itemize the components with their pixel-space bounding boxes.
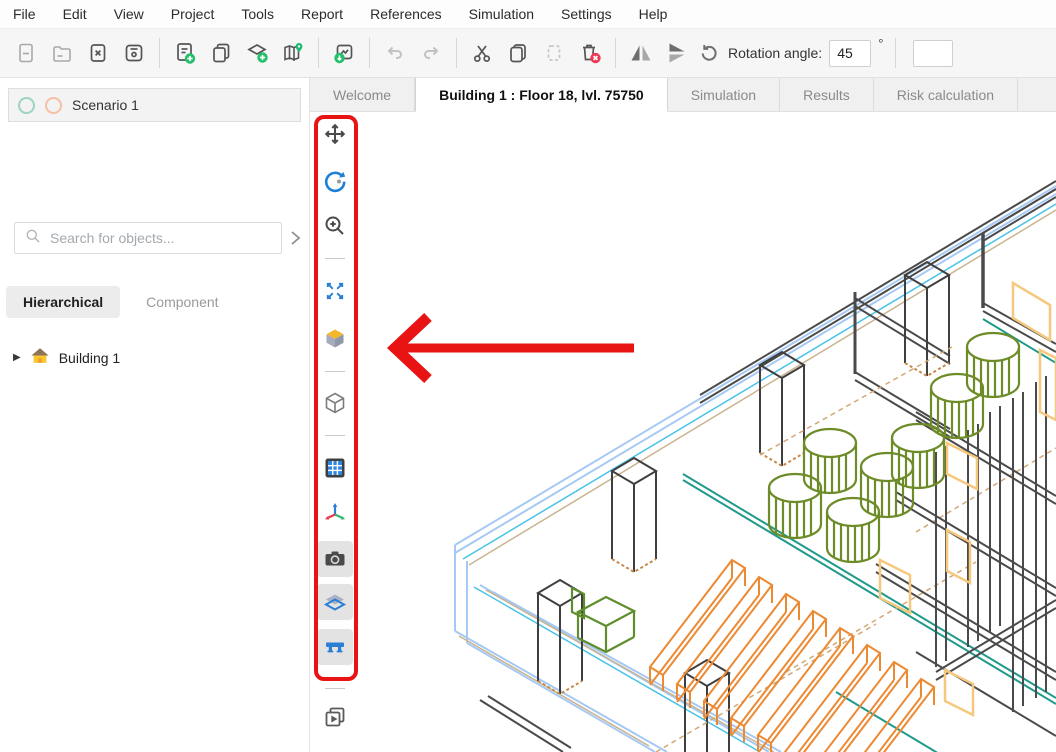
menu-simulation[interactable]: Simulation <box>469 6 534 22</box>
tab-welcome[interactable]: Welcome <box>310 78 415 111</box>
undo-button[interactable] <box>377 35 413 71</box>
view-toolbar-separator <box>325 435 345 436</box>
view-toolbar-separator <box>325 688 345 689</box>
pan-button[interactable] <box>317 116 353 152</box>
tab-component[interactable]: Component <box>136 286 228 318</box>
rotation-angle-label: Rotation angle: <box>728 45 822 61</box>
layers-button[interactable] <box>317 584 353 620</box>
tree-item-label[interactable]: Building 1 <box>59 350 121 366</box>
menu-references[interactable]: References <box>370 6 442 22</box>
orbit-button[interactable] <box>317 163 353 199</box>
import-image-button[interactable] <box>326 35 362 71</box>
grid-button[interactable] <box>317 450 353 486</box>
scenario-status-orange-circle <box>45 97 62 114</box>
cut-button[interactable] <box>464 35 500 71</box>
toolbar-separator <box>369 38 370 68</box>
left-panel: Scenario 1 Hierarchical Component ▶ <box>0 78 310 752</box>
menu-edit[interactable]: Edit <box>63 6 87 22</box>
add-floor-button[interactable] <box>239 35 275 71</box>
toolbar-separator <box>318 38 319 68</box>
zoom-fit-button[interactable] <box>317 273 353 309</box>
main-toolbar: Rotation angle: ° <box>0 28 1056 78</box>
tab-hierarchical[interactable]: Hierarchical <box>6 286 120 318</box>
scenario-label: Scenario 1 <box>72 97 139 113</box>
view-toolbar <box>310 112 360 752</box>
redo-button[interactable] <box>413 35 449 71</box>
search-input[interactable] <box>50 230 272 246</box>
save-project-button[interactable] <box>116 35 152 71</box>
floor-slab-outline <box>455 186 1056 752</box>
menu-view[interactable]: View <box>114 6 144 22</box>
rotation-angle-input[interactable] <box>829 40 871 67</box>
document-tab-bar: Welcome Building 1 : Floor 18, lvl. 7575… <box>310 78 1056 112</box>
new-document-button[interactable] <box>8 35 44 71</box>
furniture-button[interactable] <box>317 629 353 665</box>
view-toolbar-separator <box>325 258 345 259</box>
application-window: File Edit View Project Tools Report Refe… <box>0 0 1056 752</box>
rotation-group: Rotation angle: ° <box>699 40 883 67</box>
toolbar-separator <box>456 38 457 68</box>
tab-risk-calculation[interactable]: Risk calculation <box>874 78 1018 111</box>
3d-viewport[interactable] <box>310 112 1056 752</box>
wall-wireframe <box>480 181 1056 752</box>
delete-button[interactable] <box>572 35 608 71</box>
tree-expander-icon[interactable]: ▶ <box>13 352 21 363</box>
toolbar-separator <box>615 38 616 68</box>
scenario-status-teal-circle <box>18 97 35 114</box>
scenario-item[interactable]: Scenario 1 <box>8 88 301 122</box>
model-view[interactable] <box>356 112 1056 752</box>
tab-simulation[interactable]: Simulation <box>668 78 780 111</box>
zoom-in-button[interactable] <box>317 208 353 244</box>
menu-help[interactable]: Help <box>639 6 668 22</box>
mirror-vertical-button[interactable] <box>659 35 695 71</box>
menu-project[interactable]: Project <box>171 6 215 22</box>
secondary-angle-input[interactable] <box>913 40 953 67</box>
menu-file[interactable]: File <box>13 6 36 22</box>
search-expand-chevron[interactable] <box>282 222 308 254</box>
view-toolbar-separator <box>325 371 345 372</box>
show-on-map-button[interactable] <box>275 35 311 71</box>
open-project-button[interactable] <box>44 35 80 71</box>
presentation-button[interactable] <box>317 699 353 735</box>
object-view-tabs: Hierarchical Component <box>6 286 229 318</box>
tree-item-building[interactable]: ▶ Building 1 <box>13 346 120 369</box>
copy-scenario-button[interactable] <box>203 35 239 71</box>
paste-button[interactable] <box>536 35 572 71</box>
search-icon <box>24 227 42 250</box>
tab-results[interactable]: Results <box>780 78 874 111</box>
shaded-view-button[interactable] <box>317 320 353 356</box>
degree-symbol: ° <box>878 36 883 51</box>
axes-button[interactable] <box>317 495 353 531</box>
menu-report[interactable]: Report <box>301 6 343 22</box>
search-box <box>14 222 282 254</box>
tab-building-floor[interactable]: Building 1 : Floor 18, lvl. 75750 <box>415 78 668 112</box>
rotate-icon <box>699 41 721 66</box>
mirror-horizontal-button[interactable] <box>623 35 659 71</box>
toolbar-separator <box>895 38 896 68</box>
toolbar-separator <box>159 38 160 68</box>
copy-button[interactable] <box>500 35 536 71</box>
menu-tools[interactable]: Tools <box>241 6 274 22</box>
menu-bar: File Edit View Project Tools Report Refe… <box>0 0 1056 28</box>
add-scenario-button[interactable] <box>167 35 203 71</box>
house-icon <box>30 346 50 369</box>
close-project-button[interactable] <box>80 35 116 71</box>
wireframe-view-button[interactable] <box>317 385 353 421</box>
menu-settings[interactable]: Settings <box>561 6 612 22</box>
camera-button[interactable] <box>317 541 353 577</box>
